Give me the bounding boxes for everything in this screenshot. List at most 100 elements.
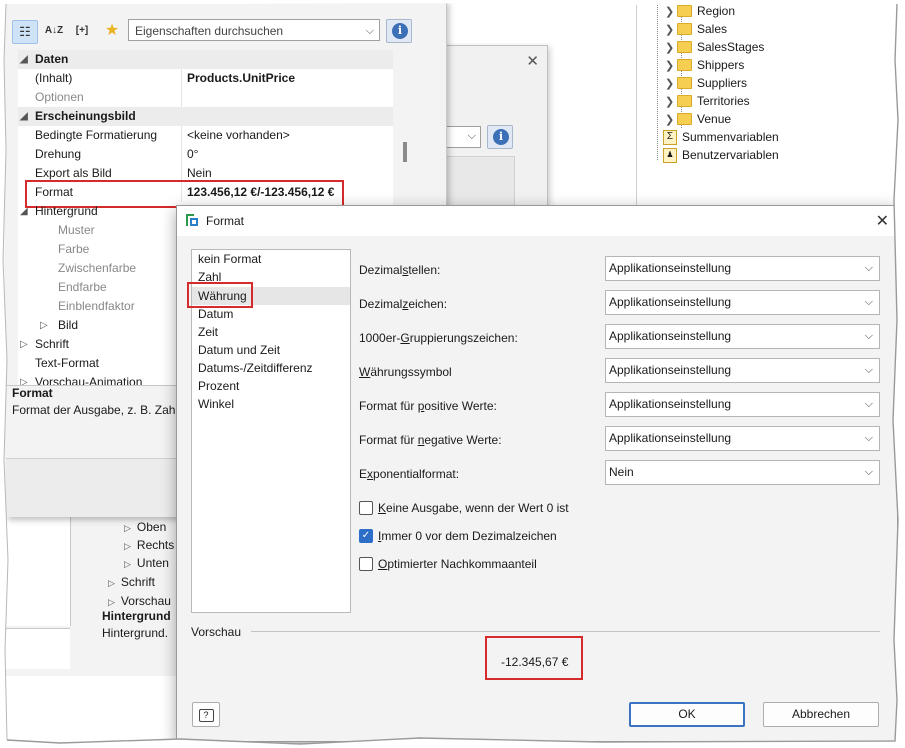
chevron-down-icon: ⌵: [467, 130, 476, 142]
info-button[interactable]: i: [386, 19, 412, 43]
folder-icon: [677, 58, 692, 71]
description-title: Hintergrund: [102, 609, 171, 623]
chevron-right-icon[interactable]: ▷: [20, 335, 28, 354]
tree-item-venue[interactable]: ❯ Venue: [665, 110, 731, 128]
chevron-right-icon: ▷: [124, 559, 131, 569]
description-title: Format: [12, 386, 53, 400]
checkbox-optimierter-nachkommaanteil[interactable]: Optimierter Nachkommaanteil: [359, 556, 537, 572]
collapse-icon[interactable]: ◢: [20, 202, 28, 221]
tree-item-region[interactable]: ❯ Region: [665, 2, 735, 20]
chevron-down-icon: ⌵: [864, 296, 873, 308]
list-item-datum-und-zeit[interactable]: Datum und Zeit: [198, 341, 280, 359]
collapse-icon[interactable]: ◢: [20, 107, 28, 126]
folder-icon: [677, 40, 692, 53]
list-item-zeit[interactable]: Zeit: [198, 323, 218, 341]
positive-werte-select[interactable]: Applikationseinstellung ⌵: [605, 392, 880, 417]
tree-item-suppliers[interactable]: ❯ Suppliers: [665, 74, 747, 92]
expand-all-button[interactable]: [+]: [70, 20, 94, 42]
close-icon[interactable]: ✕: [876, 211, 889, 231]
list-item-kein-format[interactable]: kein Format: [198, 250, 261, 268]
chevron-right-icon: ▷: [108, 597, 115, 607]
tree-item-shippers[interactable]: ❯ Shippers: [665, 56, 744, 74]
categorized-view-button[interactable]: ☷: [12, 20, 38, 44]
property-rechts[interactable]: ▷ Rechts: [124, 536, 174, 555]
help-button[interactable]: ?: [192, 702, 220, 727]
chevron-right-icon[interactable]: ▷: [20, 373, 28, 385]
waehrungssymbol-select[interactable]: Applikationseinstellung ⌵: [605, 358, 880, 383]
description-text: Format der Ausgabe, z. B. Zah: [12, 403, 176, 417]
checkbox-box[interactable]: [359, 556, 373, 571]
chevron-right-icon[interactable]: ❯: [665, 75, 677, 93]
property-schrift[interactable]: ▷ Schrift: [108, 573, 155, 592]
checkbox-keine-ausgabe[interactable]: Keine Ausgabe, wenn der Wert 0 ist: [359, 500, 569, 516]
category-erscheinungsbild[interactable]: ◢ Erscheinungsbild: [18, 107, 393, 126]
collapse-icon[interactable]: ◢: [20, 50, 28, 69]
label-gruppierungszeichen: 1000er-Gruppierungszeichen:: [359, 331, 518, 345]
search-input[interactable]: Eigenschaften durchsuchen ⌵: [128, 19, 380, 41]
chevron-down-icon: ⌵: [864, 432, 873, 444]
tree-item-sales[interactable]: ❯ Sales: [665, 20, 727, 38]
chevron-right-icon[interactable]: ❯: [665, 21, 677, 39]
chevron-right-icon[interactable]: ❯: [665, 39, 677, 57]
chevron-right-icon[interactable]: ❯: [665, 3, 677, 21]
property-bedingte-formatierung[interactable]: Bedingte Formatierung <keine vorhanden>: [18, 126, 393, 145]
chevron-right-icon[interactable]: ❯: [665, 57, 677, 75]
chevron-right-icon: ▷: [124, 541, 131, 551]
chevron-right-icon[interactable]: ❯: [665, 93, 677, 111]
tree-item-salesstages[interactable]: ❯ SalesStages: [665, 38, 764, 56]
folder-icon: [677, 94, 692, 107]
list-item-prozent[interactable]: Prozent: [198, 377, 239, 395]
property-inhalt[interactable]: (Inhalt) Products.UnitPrice: [18, 69, 393, 88]
background-property-list: ▷ Oben ▷ Rechts ▷ Unten ▷ Schrift ▷ Vorschau …: [6, 516, 176, 676]
dialog-title: Format: [206, 214, 245, 228]
preview-divider: [251, 631, 880, 632]
checkmark-icon[interactable]: ✓: [359, 528, 373, 543]
folder-icon: [677, 76, 692, 89]
ok-button[interactable]: OK: [629, 702, 745, 727]
waehrung-highlight: [187, 282, 253, 308]
info-button[interactable]: i: [487, 125, 513, 149]
chevron-right-icon[interactable]: ▷: [40, 316, 48, 335]
property-oben[interactable]: ▷ Oben: [124, 518, 166, 537]
cancel-button[interactable]: Abbrechen: [763, 702, 879, 727]
checkbox-box[interactable]: [359, 500, 373, 515]
chevron-right-icon: ▷: [124, 523, 131, 533]
description-text: Hintergrund.: [102, 626, 169, 640]
tree-item-user-vars[interactable]: ♟ Benutzervariablen: [663, 146, 779, 164]
dezimalstellen-select[interactable]: Applikationseinstellung ⌵: [605, 256, 880, 281]
folder-icon: [677, 4, 692, 17]
left-panel-lower: [6, 628, 70, 669]
scrollbar-thumb[interactable]: [403, 142, 407, 162]
help-icon: ?: [198, 709, 214, 722]
checkbox-immer-0[interactable]: ✓ Immer 0 vor dem Dezimalzeichen: [359, 528, 557, 544]
folder-icon: [677, 22, 692, 35]
chevron-down-icon: ⌵: [365, 25, 374, 37]
folder-icon: [677, 112, 692, 125]
gruppierungszeichen-select[interactable]: Applikationseinstellung ⌵: [605, 324, 880, 349]
label-dezimalstellen: Dezimalstellen:: [359, 263, 441, 277]
property-unten[interactable]: ▷ Unten: [124, 554, 169, 573]
tree-item-sum-vars[interactable]: Σ Summenvariablen: [663, 128, 779, 146]
chevron-right-icon[interactable]: ❯: [665, 111, 677, 129]
exponentialformat-select[interactable]: Nein ⌵: [605, 460, 880, 485]
label-waehrungssymbol: Währungssymbol: [359, 365, 452, 379]
negative-werte-select[interactable]: Applikationseinstellung ⌵: [605, 426, 880, 451]
info-icon: i: [493, 129, 509, 145]
category-daten[interactable]: ◢ Daten: [18, 50, 393, 69]
close-icon[interactable]: ✕: [526, 52, 539, 70]
tree-item-territories[interactable]: ❯ Territories: [665, 92, 750, 110]
favorites-button[interactable]: ★: [100, 20, 124, 42]
sum-icon: Σ: [663, 130, 677, 146]
dezimalzeichen-select[interactable]: Applikationseinstellung ⌵: [605, 290, 880, 315]
list-item-winkel[interactable]: Winkel: [198, 395, 234, 413]
preview-label: Vorschau: [191, 625, 242, 639]
info-icon: i: [392, 23, 408, 39]
chevron-down-icon: ⌵: [864, 466, 873, 478]
sort-alpha-button[interactable]: A↓Z: [42, 20, 66, 42]
property-optionen[interactable]: Optionen: [18, 88, 393, 107]
label-exponentialformat: Exponentialformat:: [359, 467, 460, 481]
label-negative-werte: Format für negative Werte:: [359, 433, 502, 447]
property-drehung[interactable]: Drehung 0°: [18, 145, 393, 164]
list-item-datums-zeitdifferenz[interactable]: Datums-/Zeitdifferenz: [198, 359, 313, 377]
chevron-down-icon: ⌵: [864, 398, 873, 410]
